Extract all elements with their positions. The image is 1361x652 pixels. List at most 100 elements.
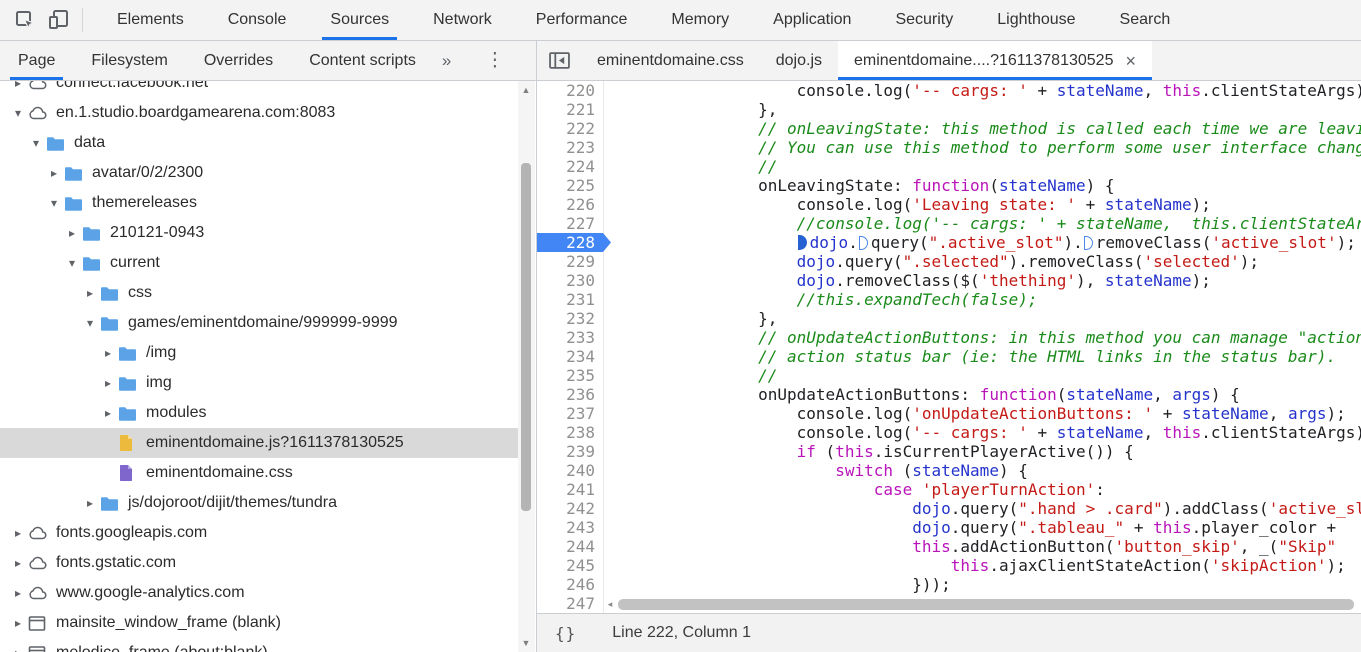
sidebar-tab-overrides[interactable]: Overrides xyxy=(186,41,291,80)
tab-security[interactable]: Security xyxy=(873,0,975,40)
editor-tab-eminentdomaine-1611378130525[interactable]: eminentdomaine....?1611378130525× xyxy=(838,41,1152,80)
chevron-right-icon[interactable]: ▸ xyxy=(46,166,62,180)
navigator-menu-button[interactable]: ⋮ xyxy=(475,41,514,80)
editor-horizontal-scrollbar[interactable]: ◂ xyxy=(604,597,1361,611)
tab-sources[interactable]: Sources xyxy=(308,0,411,40)
chevron-down-icon[interactable]: ▾ xyxy=(82,316,98,330)
line-number[interactable]: 234 xyxy=(537,347,604,366)
scroll-left-icon[interactable]: ◂ xyxy=(604,599,616,610)
inline-breakpoint-marker[interactable] xyxy=(1084,236,1093,250)
close-tab-icon[interactable]: × xyxy=(1125,52,1136,70)
tree-item-eminentdomaine-js-1611378130525[interactable]: eminentdomaine.js?1611378130525 xyxy=(0,428,518,458)
toggle-device-toolbar-button[interactable] xyxy=(42,3,76,37)
line-number[interactable]: 241 xyxy=(537,480,604,499)
line-number[interactable]: 224 xyxy=(537,157,604,176)
chevron-right-icon[interactable]: ▸ xyxy=(100,406,116,420)
chevron-right-icon[interactable]: ▸ xyxy=(82,286,98,300)
line-number[interactable]: 228 xyxy=(537,233,604,252)
tree-item-connect-facebook-net[interactable]: ▸connect.facebook.net xyxy=(0,81,518,98)
line-number[interactable]: 230 xyxy=(537,271,604,290)
tree-item-current[interactable]: ▾current xyxy=(0,248,518,278)
tree-item-css[interactable]: ▸css xyxy=(0,278,518,308)
line-number[interactable]: 247 xyxy=(537,594,604,613)
inline-breakpoint-marker[interactable] xyxy=(798,235,807,250)
line-number[interactable]: 232 xyxy=(537,309,604,328)
more-tabs-button[interactable]: » xyxy=(434,41,459,80)
line-number[interactable]: 237 xyxy=(537,404,604,423)
hide-navigator-button[interactable] xyxy=(537,41,581,80)
horizontal-scrollbar-thumb[interactable] xyxy=(618,599,1354,610)
tab-elements[interactable]: Elements xyxy=(95,0,206,40)
line-number[interactable]: 223 xyxy=(537,138,604,157)
line-number[interactable]: 243 xyxy=(537,518,604,537)
pretty-print-button[interactable]: {} xyxy=(555,624,576,643)
line-number[interactable]: 239 xyxy=(537,442,604,461)
tree-item-en-1-studio-boardgamearena-com-8083[interactable]: ▾en.1.studio.boardgamearena.com:8083 xyxy=(0,98,518,128)
tab-memory[interactable]: Memory xyxy=(649,0,751,40)
sidebar-tab-filesystem[interactable]: Filesystem xyxy=(73,41,185,80)
tree-item-www-google-analytics-com[interactable]: ▸www.google-analytics.com xyxy=(0,578,518,608)
line-number[interactable]: 238 xyxy=(537,423,604,442)
tree-item-games-eminentdomaine-999999-9999[interactable]: ▾games/eminentdomaine/999999-9999 xyxy=(0,308,518,338)
line-number[interactable]: 225 xyxy=(537,176,604,195)
chevron-right-icon[interactable]: ▸ xyxy=(100,376,116,390)
tree-item-js-dojoroot-dijit-themes-tundra[interactable]: ▸js/dojoroot/dijit/themes/tundra xyxy=(0,488,518,518)
tab-performance[interactable]: Performance xyxy=(514,0,650,40)
chevron-right-icon[interactable]: ▸ xyxy=(10,616,26,630)
sidebar-tab-content-scripts[interactable]: Content scripts xyxy=(291,41,434,80)
chevron-right-icon[interactable]: ▸ xyxy=(100,346,116,360)
tree-item-themereleases[interactable]: ▾themereleases xyxy=(0,188,518,218)
tree-item-modules[interactable]: ▸modules xyxy=(0,398,518,428)
tree-item-210121-0943[interactable]: ▸210121-0943 xyxy=(0,218,518,248)
tree-item-mainsite-window-frame-blank[interactable]: ▸mainsite_window_frame (blank) xyxy=(0,608,518,638)
tree-scrollbar-thumb[interactable] xyxy=(521,163,531,511)
chevron-down-icon[interactable]: ▾ xyxy=(46,196,62,210)
line-number[interactable]: 244 xyxy=(537,537,604,556)
line-number[interactable]: 227 xyxy=(537,214,604,233)
chevron-right-icon[interactable]: ▸ xyxy=(10,586,26,600)
line-number[interactable]: 229 xyxy=(537,252,604,271)
chevron-down-icon[interactable]: ▾ xyxy=(28,136,44,150)
tab-application[interactable]: Application xyxy=(751,0,873,40)
tree-item-melodice-frame-about-blank[interactable]: ▸melodice_frame (about:blank) xyxy=(0,638,518,652)
line-number[interactable]: 222 xyxy=(537,119,604,138)
line-number[interactable]: 246 xyxy=(537,575,604,594)
line-number[interactable]: 220 xyxy=(537,81,604,100)
tree-scrollbar[interactable]: ▲ ▼ xyxy=(518,81,535,652)
chevron-right-icon[interactable]: ▸ xyxy=(10,556,26,570)
tab-console[interactable]: Console xyxy=(206,0,309,40)
editor-tab-dojo-js[interactable]: dojo.js xyxy=(760,41,838,80)
tree-item-fonts-googleapis-com[interactable]: ▸fonts.googleapis.com xyxy=(0,518,518,548)
tab-lighthouse[interactable]: Lighthouse xyxy=(975,0,1097,40)
chevron-right-icon[interactable]: ▸ xyxy=(64,226,80,240)
chevron-right-icon[interactable]: ▸ xyxy=(82,496,98,510)
sidebar-tab-page[interactable]: Page xyxy=(0,41,73,80)
line-number[interactable]: 242 xyxy=(537,499,604,518)
tab-search[interactable]: Search xyxy=(1098,0,1193,40)
tree-item-data[interactable]: ▾data xyxy=(0,128,518,158)
line-number[interactable]: 233 xyxy=(537,328,604,347)
tree-item-img[interactable]: ▸/img xyxy=(0,338,518,368)
tree-item-avatar-0-2-2300[interactable]: ▸avatar/0/2/2300 xyxy=(0,158,518,188)
line-number[interactable]: 235 xyxy=(537,366,604,385)
chevron-right-icon[interactable]: ▸ xyxy=(10,81,26,90)
line-number[interactable]: 236 xyxy=(537,385,604,404)
tab-network[interactable]: Network xyxy=(411,0,514,40)
line-number[interactable]: 245 xyxy=(537,556,604,575)
line-number[interactable]: 231 xyxy=(537,290,604,309)
chevron-right-icon[interactable]: ▸ xyxy=(10,526,26,540)
line-number[interactable]: 240 xyxy=(537,461,604,480)
inspect-element-button[interactable] xyxy=(8,3,42,37)
chevron-down-icon[interactable]: ▾ xyxy=(10,106,26,120)
editor-tab-eminentdomaine-css[interactable]: eminentdomaine.css xyxy=(581,41,760,80)
line-number[interactable]: 226 xyxy=(537,195,604,214)
scroll-down-icon[interactable]: ▼ xyxy=(521,637,531,649)
scroll-up-icon[interactable]: ▲ xyxy=(521,84,531,96)
chevron-right-icon[interactable]: ▸ xyxy=(10,646,26,652)
line-number[interactable]: 221 xyxy=(537,100,604,119)
tree-item-img[interactable]: ▸img xyxy=(0,368,518,398)
tree-item-fonts-gstatic-com[interactable]: ▸fonts.gstatic.com xyxy=(0,548,518,578)
chevron-down-icon[interactable]: ▾ xyxy=(64,256,80,270)
tree-item-eminentdomaine-css[interactable]: eminentdomaine.css xyxy=(0,458,518,488)
inline-breakpoint-marker[interactable] xyxy=(859,236,868,250)
